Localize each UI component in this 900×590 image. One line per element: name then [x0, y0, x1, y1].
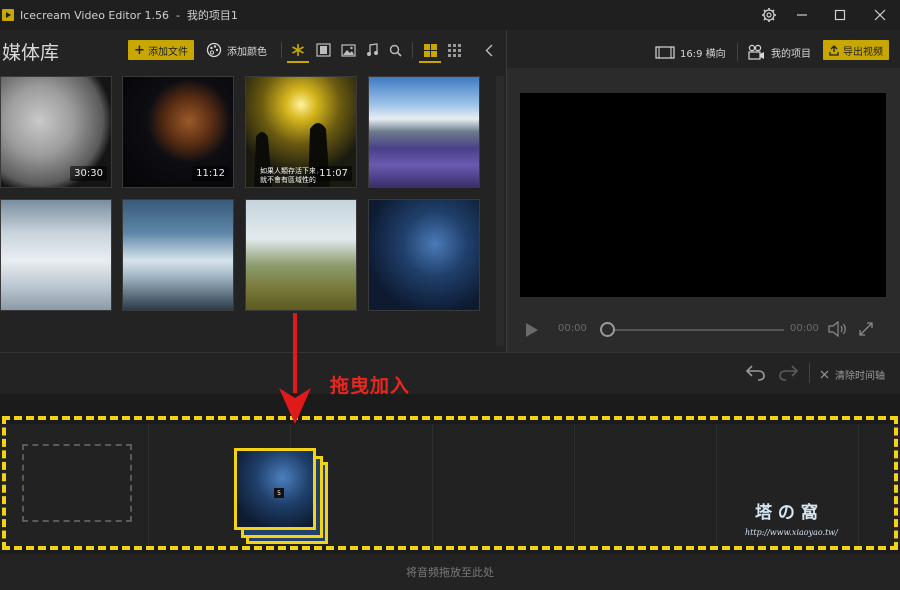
large-grid-view-icon[interactable]: [420, 40, 440, 60]
thumbnail-duration: 11:12: [192, 166, 229, 181]
small-grid-view-icon[interactable]: [444, 40, 464, 60]
current-time: 00:00: [558, 323, 587, 334]
media-thumbnail-snowy-forest[interactable]: [0, 199, 112, 311]
audio-drop-strip[interactable]: 将音频拖放至此处: [0, 554, 900, 590]
camera-icon: [748, 44, 764, 60]
media-thumbnail-space-planet[interactable]: 11:12: [122, 76, 234, 188]
media-library-title: 媒体库: [2, 42, 60, 64]
preview-header: 16:9 横向 我的项目 导出视频: [507, 30, 900, 68]
add-file-button[interactable]: + 添加文件: [128, 40, 194, 60]
total-time: 00:00: [790, 323, 819, 334]
subtitle-text: 如果人類存活下來， 就不會有區域性的: [260, 167, 323, 184]
video-preview-screen[interactable]: [520, 93, 886, 297]
title-bar: Icecream Video Editor 1.56 - 我的项目1: [0, 0, 900, 30]
clear-x-icon: [820, 370, 829, 379]
active-filter-indicator: [287, 61, 309, 63]
filter-video-icon[interactable]: [313, 40, 333, 60]
seek-knob[interactable]: [600, 322, 615, 337]
toolbar-divider: [281, 42, 282, 58]
annotation-arrow: [293, 313, 297, 393]
seek-bar[interactable]: [606, 329, 784, 331]
play-icon[interactable]: [525, 322, 539, 342]
undo-icon[interactable]: [745, 365, 766, 385]
active-view-indicator: [419, 61, 441, 63]
watermark-title: 塔 の 窩: [755, 503, 818, 523]
thumbnail-duration: 11:07: [315, 166, 352, 181]
close-button[interactable]: [862, 0, 898, 30]
audio-drop-hint: 将音频拖放至此处: [406, 566, 494, 579]
palette-icon: [206, 42, 222, 58]
aspect-ratio-label: 16:9 横向: [680, 48, 726, 60]
volume-icon[interactable]: [828, 320, 848, 341]
library-scrollbar[interactable]: [496, 76, 504, 346]
maximize-button[interactable]: [822, 0, 858, 30]
export-video-button[interactable]: 导出视频: [823, 40, 889, 60]
watermark: 塔 の 窩 http://www.xiaoyao.tw/: [745, 498, 885, 542]
clear-timeline-label: 清除时间轴: [835, 371, 885, 382]
add-file-label: 添加文件: [147, 46, 188, 58]
toolbar-divider: [412, 42, 413, 58]
filter-image-icon[interactable]: [338, 40, 358, 60]
filter-all-star-icon[interactable]: [288, 40, 308, 60]
playback-controls: 00:00 00:00: [520, 315, 886, 345]
my-project-button[interactable]: 我的项目: [747, 42, 811, 62]
timeline-toolbar-divider: [809, 363, 810, 383]
window-title: Icecream Video Editor 1.56 - 我的项目1: [20, 9, 238, 22]
upload-icon: [829, 44, 839, 56]
add-color-label: 添加颜色: [227, 46, 267, 58]
header-divider: [737, 43, 738, 61]
redo-icon[interactable]: [778, 365, 799, 385]
media-thumbnail-mountain-flowers[interactable]: [368, 76, 480, 188]
media-thumbnail-grass-hills[interactable]: [245, 199, 357, 311]
settings-gear-icon[interactable]: [751, 0, 787, 30]
media-thumbnail-sunset-silhouettes[interactable]: 如果人類存活下來， 就不會有區域性的 11:07: [245, 76, 357, 188]
collapse-panel-chevron-icon[interactable]: [479, 40, 499, 60]
export-label: 导出视频: [843, 46, 883, 58]
search-icon[interactable]: [385, 40, 405, 60]
watermark-url: http://www.xiaoyao.tw/: [745, 528, 838, 537]
clear-timeline-button[interactable]: 清除时间轴: [820, 367, 885, 382]
my-project-label: 我的项目: [771, 48, 811, 60]
plus-icon: +: [134, 42, 145, 58]
timeline-toolbar: 清除时间轴: [0, 352, 900, 394]
preview-panel: 16:9 横向 我的项目 导出视频 00:00 00:00: [506, 30, 900, 352]
annotation-arrow-head: [279, 388, 311, 424]
media-thumbnail-moon[interactable]: 30:30: [0, 76, 112, 188]
aspect-ratio-button[interactable]: 16:9 横向: [655, 42, 726, 62]
minimize-button[interactable]: [784, 0, 820, 30]
film-frame-icon: [655, 45, 675, 59]
annotation-text: 拖曳加入: [330, 375, 411, 397]
media-thumbnail-night-sky[interactable]: [368, 199, 480, 311]
fullscreen-icon[interactable]: [858, 321, 874, 341]
thumbnail-duration: 30:30: [70, 166, 107, 181]
add-color-button[interactable]: 添加颜色: [206, 40, 267, 60]
media-thumbnail-geyser[interactable]: [122, 199, 234, 311]
app-logo-icon: [2, 9, 14, 21]
filter-audio-icon[interactable]: [362, 40, 382, 60]
